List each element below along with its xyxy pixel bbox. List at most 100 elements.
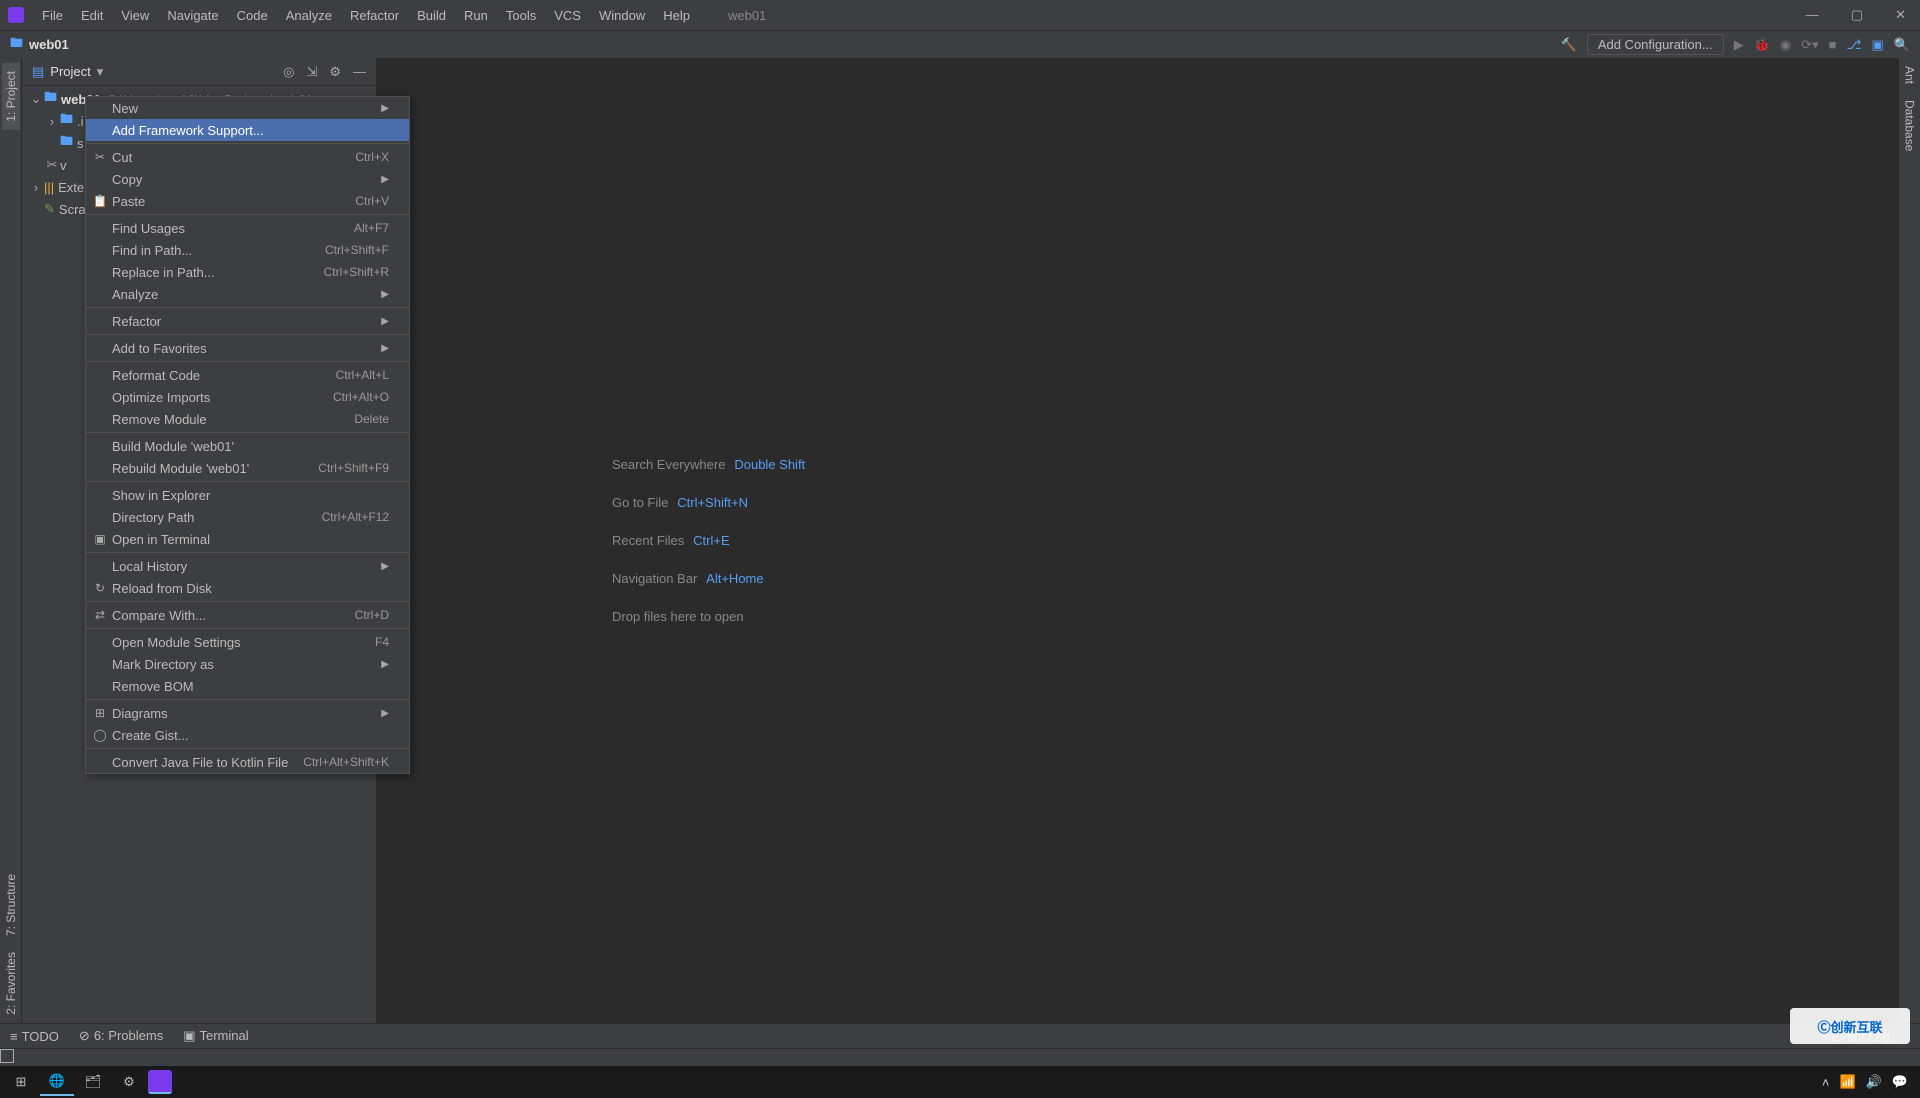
- context-menu-item[interactable]: Refactor▶: [86, 310, 409, 332]
- context-menu-item[interactable]: Analyze▶: [86, 283, 409, 305]
- wifi-icon[interactable]: 📶: [1839, 1074, 1855, 1090]
- gutter-favorites[interactable]: 2: Favorites: [2, 944, 20, 1023]
- edge-icon[interactable]: 🌐: [40, 1068, 74, 1096]
- context-menu-item[interactable]: Convert Java File to Kotlin FileCtrl+Alt…: [86, 751, 409, 773]
- breadcrumb-project[interactable]: web01: [29, 37, 69, 52]
- close-icon[interactable]: ✕: [1889, 5, 1912, 25]
- notifications-icon[interactable]: 💬: [1892, 1074, 1908, 1090]
- menu-window[interactable]: Window: [591, 4, 653, 27]
- gutter-database[interactable]: Database: [1901, 92, 1919, 159]
- gutter-project[interactable]: 1: Project: [2, 63, 20, 130]
- menu-item-icon: ✂: [92, 150, 108, 164]
- context-menu-item[interactable]: ◯Create Gist...: [86, 724, 409, 746]
- menu-edit[interactable]: Edit: [73, 4, 111, 27]
- menu-run[interactable]: Run: [456, 4, 496, 27]
- menu-item-icon: ⇄: [92, 608, 108, 622]
- context-menu-item[interactable]: Show in Explorer: [86, 484, 409, 506]
- menu-separator: [86, 748, 409, 749]
- context-menu-item[interactable]: Mark Directory as▶: [86, 653, 409, 675]
- menu-file[interactable]: File: [34, 4, 71, 27]
- menu-tools[interactable]: Tools: [498, 4, 544, 27]
- context-menu-item[interactable]: Copy▶: [86, 168, 409, 190]
- context-menu-item[interactable]: Find UsagesAlt+F7: [86, 217, 409, 239]
- menu-separator: [86, 432, 409, 433]
- context-menu-item[interactable]: 📋PasteCtrl+V: [86, 190, 409, 212]
- context-menu-item[interactable]: Remove BOM: [86, 675, 409, 697]
- chevron-down-icon[interactable]: ▾: [97, 64, 104, 80]
- context-menu-item[interactable]: Reformat CodeCtrl+Alt+L: [86, 364, 409, 386]
- title-project: web01: [728, 8, 766, 23]
- settings-icon[interactable]: ⚙: [112, 1068, 146, 1096]
- context-menu-item[interactable]: ⊞Diagrams▶: [86, 702, 409, 724]
- menu-separator: [86, 601, 409, 602]
- context-menu-item[interactable]: Optimize ImportsCtrl+Alt+O: [86, 386, 409, 408]
- run-icon[interactable]: ▶: [1734, 37, 1744, 53]
- menu-view[interactable]: View: [113, 4, 157, 27]
- context-menu-item[interactable]: Open Module SettingsF4: [86, 631, 409, 653]
- menu-item-shortcut: Ctrl+Alt+Shift+K: [303, 755, 389, 769]
- menu-item-icon: ▣: [92, 532, 108, 546]
- build-icon[interactable]: 🔨: [1561, 37, 1577, 53]
- hide-icon[interactable]: —: [353, 64, 366, 80]
- menu-analyze[interactable]: Analyze: [278, 4, 340, 27]
- menu-item-label: Rebuild Module 'web01': [112, 461, 318, 476]
- status-problems[interactable]: ⊘6: Problems: [79, 1028, 163, 1044]
- menu-item-label: Add Framework Support...: [112, 123, 389, 138]
- tray-chevron-icon[interactable]: ˄: [1822, 1075, 1830, 1090]
- menu-item-label: Open Module Settings: [112, 635, 375, 650]
- start-button[interactable]: ⊞: [4, 1068, 38, 1096]
- debug-icon[interactable]: 🐞: [1754, 37, 1770, 53]
- maximize-icon[interactable]: ▢: [1845, 5, 1869, 25]
- add-configuration-button[interactable]: Add Configuration...: [1587, 34, 1724, 55]
- menu-item-label: Open in Terminal: [112, 532, 389, 547]
- tool-window-toggle-icon[interactable]: [0, 1049, 14, 1063]
- context-menu-item[interactable]: Replace in Path...Ctrl+Shift+R: [86, 261, 409, 283]
- context-menu-item[interactable]: Local History▶: [86, 555, 409, 577]
- search-icon[interactable]: 🔍: [1894, 37, 1910, 53]
- menu-item-label: Reformat Code: [112, 368, 336, 383]
- git-icon[interactable]: ⎇: [1847, 37, 1862, 53]
- chip-icon[interactable]: ▣: [1872, 37, 1884, 53]
- context-menu-item[interactable]: ↻Reload from Disk: [86, 577, 409, 599]
- context-menu-item[interactable]: Directory PathCtrl+Alt+F12: [86, 506, 409, 528]
- menu-vcs[interactable]: VCS: [546, 4, 589, 27]
- status-terminal[interactable]: ▣Terminal: [183, 1028, 248, 1044]
- context-menu-item[interactable]: ✂CutCtrl+X: [86, 146, 409, 168]
- menu-code[interactable]: Code: [229, 4, 276, 27]
- context-menu-item[interactable]: Remove ModuleDelete: [86, 408, 409, 430]
- submenu-arrow-icon: ▶: [381, 561, 389, 572]
- menu-item-label: Directory Path: [112, 510, 322, 525]
- menu-item-icon: ⊞: [92, 706, 108, 720]
- context-menu-item[interactable]: Add to Favorites▶: [86, 337, 409, 359]
- expand-arrow-icon[interactable]: ⌄: [28, 91, 44, 107]
- minimize-icon[interactable]: —: [1800, 5, 1825, 25]
- explorer-icon[interactable]: 🗂: [76, 1068, 110, 1096]
- context-menu-item[interactable]: New▶: [86, 97, 409, 119]
- status-todo[interactable]: ≡TODO: [10, 1029, 59, 1044]
- menu-navigate[interactable]: Navigate: [159, 4, 226, 27]
- volume-icon[interactable]: 🔊: [1866, 1074, 1882, 1090]
- intellij-icon[interactable]: [148, 1070, 172, 1094]
- menu-separator: [86, 143, 409, 144]
- panel-title[interactable]: Project: [50, 64, 90, 79]
- menu-help[interactable]: Help: [655, 4, 698, 27]
- stop-icon[interactable]: ■: [1829, 37, 1837, 53]
- coverage-icon[interactable]: ◉: [1780, 37, 1791, 53]
- menu-item-label: Paste: [112, 194, 355, 209]
- context-menu-item[interactable]: ▣ Open in Terminal: [86, 528, 409, 550]
- profile-icon[interactable]: ⟳▾: [1801, 37, 1818, 53]
- menu-refactor[interactable]: Refactor: [342, 4, 407, 27]
- hint-label: Search Everywhere: [612, 457, 725, 472]
- context-menu-item[interactable]: Build Module 'web01': [86, 435, 409, 457]
- context-menu-item[interactable]: Find in Path...Ctrl+Shift+F: [86, 239, 409, 261]
- context-menu-item[interactable]: ⇄Compare With...Ctrl+D: [86, 604, 409, 626]
- locate-icon[interactable]: ◎: [283, 64, 294, 80]
- context-menu-item[interactable]: Add Framework Support...: [86, 119, 409, 141]
- menu-build[interactable]: Build: [409, 4, 454, 27]
- gutter-structure[interactable]: 7: Structure: [2, 866, 20, 944]
- context-menu-item[interactable]: Rebuild Module 'web01'Ctrl+Shift+F9: [86, 457, 409, 479]
- system-tray[interactable]: ˄ 📶 🔊 💬: [1822, 1074, 1916, 1090]
- gutter-ant[interactable]: Ant: [1901, 58, 1919, 92]
- gear-icon[interactable]: ⚙: [329, 64, 341, 80]
- expand-icon[interactable]: ⇲: [306, 64, 317, 80]
